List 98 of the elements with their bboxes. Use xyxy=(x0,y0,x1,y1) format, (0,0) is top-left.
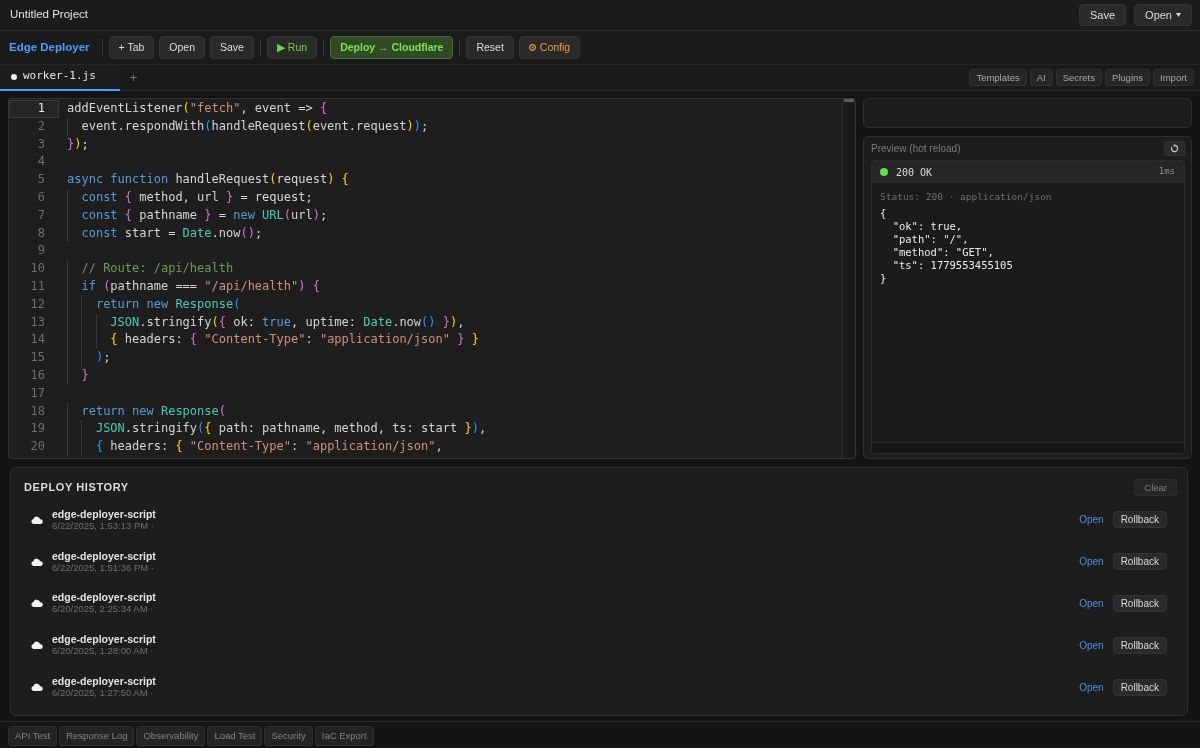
line-number: 20 xyxy=(29,438,46,456)
project-title: Untitled Project xyxy=(10,7,88,23)
code-editor[interactable] xyxy=(8,98,856,459)
code-line: }); xyxy=(67,135,89,153)
line-number: 8 xyxy=(36,224,46,242)
line-number: 4 xyxy=(36,153,46,171)
open-link[interactable]: Open xyxy=(1079,596,1104,611)
toolbar-button[interactable]: Save xyxy=(210,36,254,59)
section-title: DEPLOY HISTORY xyxy=(24,479,129,495)
line-number: 2 xyxy=(36,117,46,135)
line-number: 5 xyxy=(36,171,46,189)
ring-icon xyxy=(528,44,536,51)
cloud-icon xyxy=(31,515,43,524)
deploy-time: 6/22/2025, 1:51:36 PM · xyxy=(52,561,154,574)
config-button[interactable]: Config xyxy=(518,36,581,59)
panel-title: Preview (hot reload) xyxy=(871,142,961,156)
deploy-name: edge-deployer-script xyxy=(52,591,156,604)
cloud-icon xyxy=(31,599,43,608)
deploy-name: edge-deployer-script xyxy=(52,675,156,688)
code-line: { headers: { "Content-Type": "application/json", xyxy=(67,438,443,456)
rollback-button[interactable]: Rollback xyxy=(1112,553,1167,571)
refresh-icon xyxy=(1170,144,1179,153)
code-line: JSON.stringify({ path: pathname, method, ts: start }), xyxy=(67,420,487,439)
open-link[interactable]: Open xyxy=(1079,512,1104,528)
deploy-time: 6/20/2025, 2:25:34 AM · xyxy=(52,603,155,616)
app-brand: Edge Deployer xyxy=(9,39,90,55)
code-line: } xyxy=(67,366,89,385)
toolbar-button[interactable]: Reset xyxy=(466,36,514,59)
response-time: 1ms xyxy=(1158,165,1175,179)
open-link[interactable]: Open xyxy=(1079,637,1104,653)
scrollbar[interactable] xyxy=(842,99,855,458)
code-line: const start = Date.now(); xyxy=(67,224,263,243)
panel-tab[interactable]: API Test xyxy=(8,726,58,746)
code-line: return new Response( xyxy=(67,402,226,421)
rollback-button[interactable]: Rollback xyxy=(1112,636,1167,654)
response-body: { "ok": true, "path": "/", "method": "GET", "ts": 1779553455105 } xyxy=(880,207,1014,286)
rollback-button[interactable]: Rollback xyxy=(1112,511,1167,529)
code-line: { headers: { "Content-Type": "application/json" } } xyxy=(67,331,479,350)
code-line: const { method, url } = request; xyxy=(67,189,313,207)
tool-button[interactable]: AI xyxy=(1029,69,1053,86)
panel-tab[interactable]: IaC Export xyxy=(314,726,374,746)
line-number: 14 xyxy=(29,331,46,349)
line-number: 17 xyxy=(29,384,46,402)
code-line: if (pathname === "/api/health") { xyxy=(67,277,320,296)
panel-tab[interactable]: Security xyxy=(264,726,313,746)
line-number: 11 xyxy=(29,277,46,295)
code-line: JSON.stringify({ ok: true, uptime: Date.now() }), xyxy=(67,313,465,332)
header-button[interactable]: Save xyxy=(1079,4,1127,26)
deploy-button[interactable]: Deploy → Cloudflare xyxy=(330,36,454,59)
line-number: 10 xyxy=(29,260,46,278)
rollback-button[interactable]: Rollback xyxy=(1112,678,1167,696)
deploy-name: edge-deployer-script xyxy=(52,633,156,646)
panel-tab[interactable]: Observability xyxy=(136,726,206,746)
toolbar-button[interactable]: + Tab xyxy=(108,36,155,59)
line-number: 19 xyxy=(29,420,46,438)
line-number: 16 xyxy=(29,366,46,384)
toolbar-button[interactable]: Open xyxy=(159,36,205,59)
deploy-time: 6/20/2025, 1:28:00 AM · xyxy=(52,645,155,658)
deploy-time: 6/22/2025, 1:53:13 PM · xyxy=(52,519,154,532)
cloud-icon xyxy=(31,641,43,650)
deploy-time: 6/20/2025, 1:27:50 AM · xyxy=(52,687,155,700)
deploy-name: edge-deployer-script xyxy=(52,549,156,562)
open-link[interactable]: Open xyxy=(1079,554,1104,570)
add-tab-button[interactable]: + xyxy=(119,65,148,90)
dropdown-button[interactable]: Open xyxy=(1134,4,1192,26)
cloud-icon xyxy=(31,683,43,692)
line-number: 12 xyxy=(29,295,46,313)
refresh-button[interactable] xyxy=(1164,141,1185,156)
code-line: async function handleRequest(request) { xyxy=(67,171,349,189)
open-link[interactable]: Open xyxy=(1079,679,1104,695)
code-line: // Route: /api/health xyxy=(67,260,234,278)
cloud-icon xyxy=(31,557,43,566)
response-meta: Status: 200 · application/json xyxy=(880,190,1053,204)
tool-button[interactable]: Import xyxy=(1153,69,1194,86)
panel-tab[interactable]: Response Log xyxy=(59,726,135,746)
deploy-name: edge-deployer-script xyxy=(52,507,156,520)
run-button[interactable]: ▶ Run xyxy=(266,36,318,59)
rollback-button[interactable]: Rollback xyxy=(1112,595,1167,612)
line-number: 13 xyxy=(29,313,46,331)
line-number: 18 xyxy=(29,402,46,420)
code-line: event.respondWith(handleRequest(event.request)); xyxy=(67,117,429,136)
tool-button[interactable]: Secrets xyxy=(1055,69,1102,86)
caret-icon xyxy=(1176,13,1181,17)
code-line: return new Response( xyxy=(67,295,241,314)
line-number: 7 xyxy=(36,206,46,224)
status-text: 200 OK xyxy=(896,165,933,180)
code-line: ); xyxy=(67,349,111,367)
code-line: const { pathname } = new URL(url); xyxy=(67,206,328,225)
line-number: 15 xyxy=(29,349,46,367)
tool-button[interactable]: Templates xyxy=(969,69,1027,86)
code-line: addEventListener("fetch", event => { xyxy=(67,100,328,117)
panel-tab[interactable]: Load Test xyxy=(207,726,263,746)
line-number: 3 xyxy=(36,135,46,153)
line-number: 9 xyxy=(36,242,46,260)
line-number: 1 xyxy=(9,100,59,118)
scrollbar[interactable] xyxy=(872,442,1184,453)
tool-button[interactable]: Plugins xyxy=(1104,69,1151,86)
line-number: 6 xyxy=(36,189,46,206)
